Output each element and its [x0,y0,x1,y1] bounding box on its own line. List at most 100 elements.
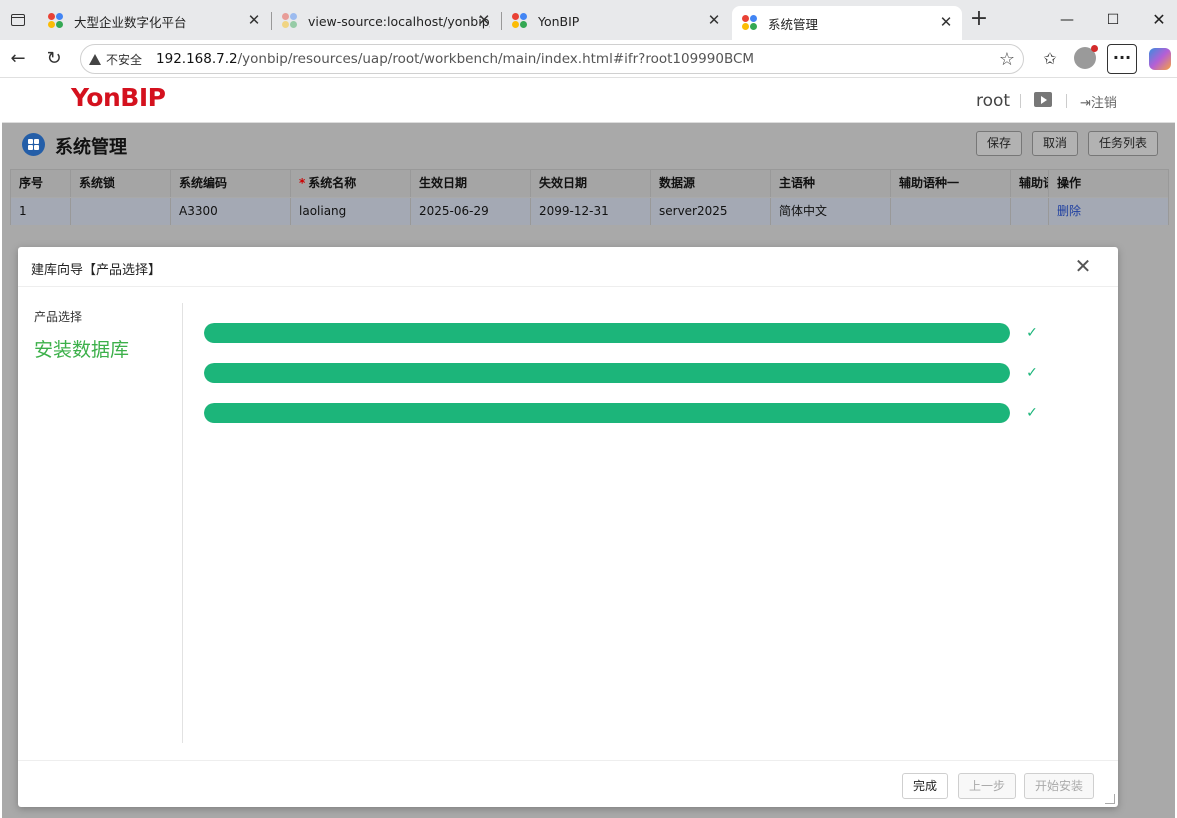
col-header-index[interactable]: 序号 [11,170,71,197]
tab-title: 大型企业数字化平台 [74,14,187,30]
browser-tab-1[interactable]: 大型企业数字化平台 ✕ [38,6,270,36]
close-tab-icon[interactable]: ✕ [706,12,722,28]
start-install-button[interactable]: 开始安装 [1024,773,1095,799]
app-header: YonBIP root ⇥注销 [2,79,1175,123]
copilot-icon[interactable] [1149,48,1171,70]
col-header-end-date[interactable]: 失效日期 [531,170,651,197]
yonbip-logo: YonBIP [71,83,166,112]
col-header-aux-lang-1[interactable]: 辅助语种一 [891,170,1011,197]
col-header-start-date[interactable]: 生效日期 [411,170,531,197]
tab-actions-icon[interactable] [6,9,30,31]
task-list-button[interactable]: 任务列表 [1088,131,1159,156]
previous-step-button[interactable]: 上一步 [958,773,1017,799]
browser-tab-4-active[interactable]: 系统管理 ✕ [732,6,962,40]
progress-row: ✓ [204,363,1044,383]
browser-toolbar: ← ↻ 不安全 192.168.7.2/yonbip/resources/uap… [0,40,1177,78]
close-dialog-icon[interactable]: ✕ [1074,256,1092,276]
col-header-main-lang[interactable]: 主语种 [771,170,891,197]
progress-bar [204,323,1010,343]
minimize-icon[interactable]: — [1052,8,1082,32]
new-tab-button[interactable]: + [966,8,992,32]
check-icon: ✓ [1026,365,1038,381]
wizard-steps: 产品选择 安装数据库 [18,303,183,743]
page-title: 系统管理 [55,137,127,158]
col-header-name[interactable]: * 系统名称 [291,170,411,197]
close-tab-icon[interactable]: ✕ [246,12,262,28]
tab-title: view-source:localhost/yonbip/re [308,13,490,29]
logout-icon: ⇥ [1080,96,1091,111]
cell-aux-lang-2 [1011,198,1049,225]
back-arrow-icon[interactable]: ← [6,47,30,71]
progress-fill [204,403,1010,423]
resize-handle-icon[interactable] [1105,794,1115,804]
col-header-lock[interactable]: 系统锁 [71,170,171,197]
col-header-datasource[interactable]: 数据源 [651,170,771,197]
cell-lock [71,198,171,225]
header-divider [1066,94,1067,108]
delete-link[interactable]: 删除 [1049,198,1168,225]
tab-title: YonBIP [538,13,580,29]
progress-bar [204,403,1010,423]
url-path: /yonbip/resources/uap/root/workbench/mai… [237,51,755,67]
app-favicon-icon [282,13,298,29]
col-header-name-label: 系统名称 [308,176,357,190]
system-grid: 序号 系统锁 系统编码 * 系统名称 生效日期 失效日期 数据源 主语种 辅助语种… [10,169,1169,225]
check-icon: ✓ [1026,405,1038,421]
cell-start-date: 2025-06-29 [411,198,531,225]
header-divider [1020,94,1021,108]
cell-aux-lang-1 [891,198,1011,225]
url-text[interactable]: 192.168.7.2/yonbip/resources/uap/root/wo… [156,51,754,67]
table-row[interactable]: 1 A3300 laoliang 2025-06-29 2099-12-31 s… [11,198,1168,225]
grid-header-row: 序号 系统锁 系统编码 * 系统名称 生效日期 失效日期 数据源 主语种 辅助语种… [11,170,1168,197]
module-icon [22,133,45,156]
dialog-header: 建库向导【产品选择】 ✕ [18,247,1118,287]
dialog-footer: 完成 上一步 开始安装 [18,760,1118,807]
close-window-icon[interactable]: ✕ [1144,8,1174,32]
col-header-aux-lang-2[interactable]: 辅助语 [1011,170,1049,197]
address-bar[interactable]: 不安全 192.168.7.2/yonbip/resources/uap/roo… [80,44,1024,74]
browser-tab-2[interactable]: view-source:localhost/yonbip/re ✕ [272,6,500,36]
favorites-icon[interactable]: ✩ [1038,48,1062,70]
user-name[interactable]: root [976,91,1010,111]
cell-end-date: 2099-12-31 [531,198,651,225]
install-wizard-dialog: 建库向导【产品选择】 ✕ 产品选择 安装数据库 ✓ ✓ ✓ 完成 上一步 开始安… [18,247,1118,807]
cell-main-lang: 简体中文 [771,198,891,225]
col-header-action[interactable]: 操作 [1049,170,1168,197]
reload-icon[interactable]: ↻ [42,47,66,71]
video-icon[interactable] [1034,92,1052,107]
more-menu-button[interactable]: ··· [1107,44,1137,74]
app-favicon-icon [48,13,64,29]
step-product-select: 产品选择 [34,310,83,324]
finish-button[interactable]: 完成 [902,773,949,799]
cell-code: A3300 [171,198,291,225]
col-header-code[interactable]: 系统编码 [171,170,291,197]
progress-row: ✓ [204,403,1044,423]
logout-label: 注销 [1090,96,1117,111]
browser-tab-strip: 大型企业数字化平台 ✕ view-source:localhost/yonbip… [0,0,1177,40]
progress-fill [204,323,1010,343]
logout-link[interactable]: ⇥注销 [1080,92,1117,111]
maximize-icon[interactable]: ☐ [1098,8,1128,32]
browser-tab-3[interactable]: YonBIP ✕ [502,6,730,36]
dialog-title: 建库向导【产品选择】 [31,263,162,278]
security-label: 不安全 [106,52,143,67]
required-mark: * [299,176,306,190]
app-favicon-icon [742,15,758,31]
favorite-star-icon[interactable]: ☆ [999,49,1015,70]
cancel-button[interactable]: 取消 [1032,131,1079,156]
save-button[interactable]: 保存 [976,131,1023,156]
cell-datasource: server2025 [651,198,771,225]
url-host: 192.168.7.2 [156,51,238,67]
progress-bar [204,363,1010,383]
profile-avatar[interactable] [1074,45,1098,69]
security-warning[interactable]: 不安全 [89,51,142,68]
progress-fill [204,363,1010,383]
progress-row: ✓ [204,323,1044,343]
warning-icon [89,53,101,65]
check-icon: ✓ [1026,325,1038,341]
close-tab-icon[interactable]: ✕ [476,12,492,28]
tab-title: 系统管理 [768,16,819,32]
cell-name: laoliang [291,198,411,225]
step-install-database: 安装数据库 [34,339,130,361]
close-tab-icon[interactable]: ✕ [938,14,954,30]
